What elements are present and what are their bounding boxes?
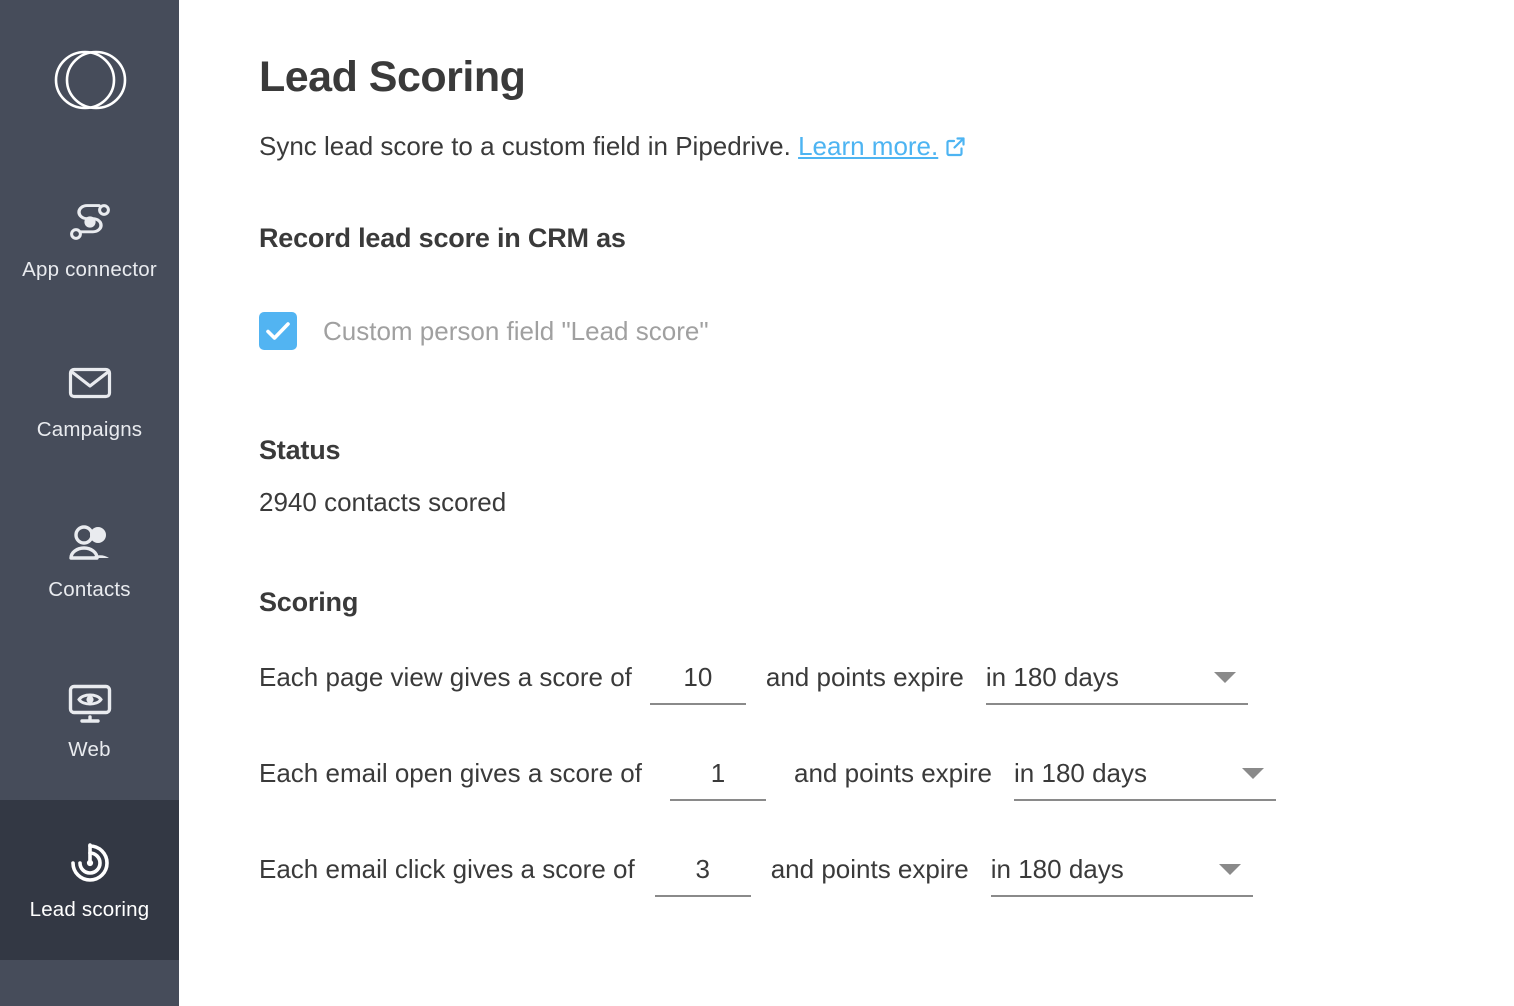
page-view-score-input[interactable] (649, 660, 746, 705)
scoring-row-label: Each email open gives a score of (259, 758, 642, 788)
select-value: in 180 days (1014, 758, 1148, 788)
page-title: Lead Scoring (259, 53, 526, 101)
learn-more-link[interactable]: Learn more. (798, 131, 938, 161)
email-click-expiry-select[interactable]: in 180 days (990, 852, 1253, 897)
chevron-down-icon (1218, 864, 1241, 875)
sidebar-item-label: App connector (22, 257, 157, 281)
scoring-row: Each page view gives a score of and poin… (259, 660, 1449, 756)
status-value: 2940 contacts scored (259, 487, 507, 517)
sidebar-item-app-connector[interactable]: App connector (0, 160, 179, 320)
scoring-row-mid-label: and points expire (794, 758, 993, 788)
scoring-row-label: Each page view gives a score of (259, 662, 632, 692)
sidebar: App connector Campaigns Contacts Web Lea… (0, 0, 179, 1006)
scoring-row-label: Each email click gives a score of (259, 854, 635, 884)
sidebar-item-lead-scoring[interactable]: Lead scoring (0, 800, 179, 960)
page-subtitle: Sync lead score to a custom field in Pip… (259, 130, 967, 167)
sidebar-item-web[interactable]: Web (0, 640, 179, 800)
email-open-score-input[interactable] (670, 756, 766, 801)
main-content: Lead Scoring Sync lead score to a custom… (179, 0, 1514, 1006)
chevron-down-icon (1213, 672, 1236, 683)
custom-person-field-checkbox-row[interactable]: Custom person field "Lead score" (259, 312, 709, 350)
external-link-icon[interactable] (944, 133, 967, 167)
scoring-row-mid-label: and points expire (765, 662, 964, 692)
logo[interactable] (0, 0, 179, 160)
email-open-expiry-select[interactable]: in 180 days (1014, 756, 1277, 801)
sidebar-item-label: Lead scoring (29, 897, 150, 921)
people-icon (67, 520, 113, 566)
scoring-rows: Each page view gives a score of and poin… (259, 660, 1449, 948)
monitor-eye-icon (67, 680, 113, 726)
record-section-heading: Record lead score in CRM as (259, 223, 626, 253)
app-root: App connector Campaigns Contacts Web Lea… (0, 0, 1514, 1006)
checkbox-label: Custom person field "Lead score" (323, 315, 709, 346)
email-click-score-input[interactable] (654, 852, 751, 897)
chevron-down-icon (1242, 768, 1265, 779)
sidebar-item-label: Campaigns (36, 417, 143, 441)
envelope-icon (68, 360, 112, 406)
sidebar-item-contacts[interactable]: Contacts (0, 480, 179, 640)
scoring-row: Each email open gives a score of and poi… (259, 756, 1449, 852)
select-value: in 180 days (990, 854, 1124, 884)
sidebar-item-campaigns[interactable]: Campaigns (0, 320, 179, 480)
select-value: in 180 days (985, 662, 1119, 692)
outfunnel-logo (54, 50, 126, 110)
page-view-expiry-select[interactable]: in 180 days (985, 660, 1248, 705)
check-icon (266, 322, 290, 340)
app-connector-icon (67, 200, 113, 246)
sidebar-item-label: Web (68, 737, 111, 761)
target-power-icon (67, 840, 113, 886)
scoring-section-heading: Scoring (259, 587, 359, 617)
scoring-row: Each email click gives a score of and po… (259, 852, 1449, 948)
status-section-heading: Status (259, 435, 341, 465)
page-subtitle-text: Sync lead score to a custom field in Pip… (259, 131, 791, 161)
checkbox-checked[interactable] (259, 312, 297, 350)
scoring-row-mid-label: and points expire (770, 854, 969, 884)
sidebar-item-label: Contacts (48, 577, 131, 601)
